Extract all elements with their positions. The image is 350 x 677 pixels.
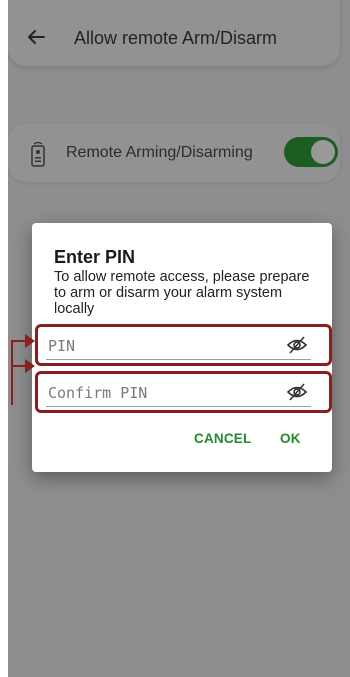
- enter-pin-dialog: Enter PIN To allow remote access, please…: [32, 223, 332, 472]
- ok-button[interactable]: OK: [280, 431, 301, 446]
- dialog-title: Enter PIN: [54, 247, 136, 267]
- annotation-line-vertical: [11, 341, 13, 405]
- confirm-pin-field-highlight: [35, 371, 332, 413]
- cancel-button[interactable]: CANCEL: [194, 431, 251, 446]
- dialog-message: To allow remote access, please prepare t…: [54, 269, 310, 317]
- confirm-pin-field: [32, 371, 332, 413]
- annotation-arrowhead-confirm: [25, 359, 35, 373]
- annotation-arrowhead-pin: [25, 334, 35, 348]
- pin-field-highlight: [35, 324, 332, 366]
- pin-field: [32, 324, 332, 366]
